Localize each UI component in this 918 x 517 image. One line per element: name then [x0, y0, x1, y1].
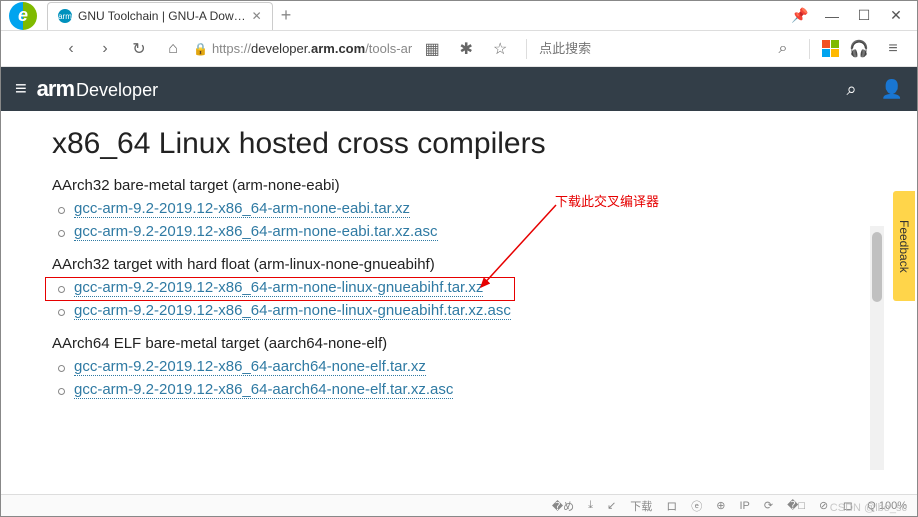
download-link[interactable]: gcc-arm-9.2-2019.12-x86_64-aarch64-none-…: [74, 358, 426, 376]
status-bar: �め ⤓ ↙ 下载 ロ ⓔ ⊕ IP ⟳ �□ ⊘ ロ Q 100%: [1, 494, 917, 516]
feedback-tab[interactable]: Feedback: [893, 191, 915, 301]
watermark: CSDN @lbo_sc: [830, 502, 907, 514]
new-tab-button[interactable]: +: [281, 5, 292, 26]
close-button[interactable]: ✕: [889, 9, 903, 23]
url-scheme: https://: [212, 41, 251, 56]
download-link[interactable]: gcc-arm-9.2-2019.12-x86_64-arm-none-linu…: [74, 302, 511, 320]
download-link-item: gcc-arm-9.2-2019.12-x86_64-aarch64-none-…: [56, 381, 866, 398]
section-heading: AArch64 ELF bare-metal target (aarch64-n…: [52, 335, 866, 352]
search-input[interactable]: [539, 41, 659, 56]
minimize-button[interactable]: —: [825, 9, 839, 23]
tab-title: GNU Toolchain | GNU-A Dow…: [78, 9, 246, 23]
status-item[interactable]: ↙: [607, 499, 616, 512]
annotation-callout: 下载此交叉编译器: [555, 191, 659, 210]
download-link[interactable]: gcc-arm-9.2-2019.12-x86_64-arm-none-eabi…: [74, 223, 438, 241]
url-sub: developer.: [251, 41, 311, 56]
download-link-item: gcc-arm-9.2-2019.12-x86_64-arm-none-linu…: [56, 302, 866, 319]
download-link[interactable]: gcc-arm-9.2-2019.12-x86_64-arm-none-linu…: [74, 279, 483, 297]
tab-close-icon[interactable]: ✕: [252, 9, 262, 23]
pin-icon[interactable]: 📌: [793, 9, 807, 23]
menu-icon[interactable]: ≡: [879, 35, 907, 63]
download-link-item: gcc-arm-9.2-2019.12-x86_64-arm-none-linu…: [56, 279, 866, 296]
status-item[interactable]: ⓔ: [691, 498, 702, 514]
status-item[interactable]: �め: [552, 498, 574, 514]
back-button[interactable]: ‹: [57, 35, 85, 63]
site-menu-button[interactable]: ≡: [15, 78, 27, 101]
section-heading: AArch32 bare-metal target (arm-none-eabi…: [52, 177, 866, 194]
status-item[interactable]: ⟳: [764, 499, 773, 512]
search-icon[interactable]: ⌕: [769, 35, 797, 63]
url-path: /tools-ar: [365, 41, 412, 56]
brand-developer: Developer: [76, 80, 158, 101]
microsoft-logo-icon[interactable]: [822, 40, 839, 57]
favorite-icon[interactable]: ☆: [486, 35, 514, 63]
page-title: x86_64 Linux hosted cross compilers: [52, 127, 866, 161]
section-heading: AArch32 target with hard float (arm-linu…: [52, 256, 866, 273]
status-item[interactable]: �□: [787, 499, 805, 512]
status-download[interactable]: 下载: [630, 498, 652, 514]
status-item[interactable]: ⤓: [588, 499, 593, 512]
arm-favicon: arm: [58, 9, 72, 23]
reload-button[interactable]: ↻: [125, 35, 153, 63]
status-item[interactable]: ⊘: [819, 499, 828, 512]
browser-tab[interactable]: arm GNU Toolchain | GNU-A Dow… ✕: [47, 2, 273, 30]
forward-button[interactable]: ›: [91, 35, 119, 63]
browser-logo: e: [9, 2, 37, 30]
status-item[interactable]: IP: [739, 500, 749, 512]
status-item[interactable]: ロ: [666, 498, 677, 514]
lock-icon: 🔒: [193, 42, 208, 56]
account-icon[interactable]: 👤: [881, 79, 903, 100]
download-link-item: gcc-arm-9.2-2019.12-x86_64-arm-none-eabi…: [56, 200, 866, 217]
page-scrollbar[interactable]: [870, 226, 884, 470]
download-link-item: gcc-arm-9.2-2019.12-x86_64-aarch64-none-…: [56, 358, 866, 375]
scrollbar-thumb[interactable]: [872, 232, 882, 302]
extension-icon[interactable]: ✱: [452, 35, 480, 63]
brand-arm: arm: [37, 76, 74, 102]
maximize-button[interactable]: ☐: [857, 9, 871, 23]
qr-icon[interactable]: ▦: [418, 35, 446, 63]
home-button[interactable]: ⌂: [159, 35, 187, 63]
download-link[interactable]: gcc-arm-9.2-2019.12-x86_64-arm-none-eabi…: [74, 200, 410, 218]
status-item[interactable]: ⊕: [716, 499, 725, 512]
url-host: arm.com: [311, 41, 365, 56]
site-search-icon[interactable]: ⌕: [846, 79, 856, 100]
download-link[interactable]: gcc-arm-9.2-2019.12-x86_64-aarch64-none-…: [74, 381, 453, 399]
address-bar[interactable]: 🔒 https://developer.arm.com/tools-ar: [193, 41, 412, 56]
download-link-item: gcc-arm-9.2-2019.12-x86_64-arm-none-eabi…: [56, 223, 866, 240]
site-brand[interactable]: arm Developer: [37, 76, 158, 102]
headphones-icon[interactable]: 🎧: [845, 35, 873, 63]
